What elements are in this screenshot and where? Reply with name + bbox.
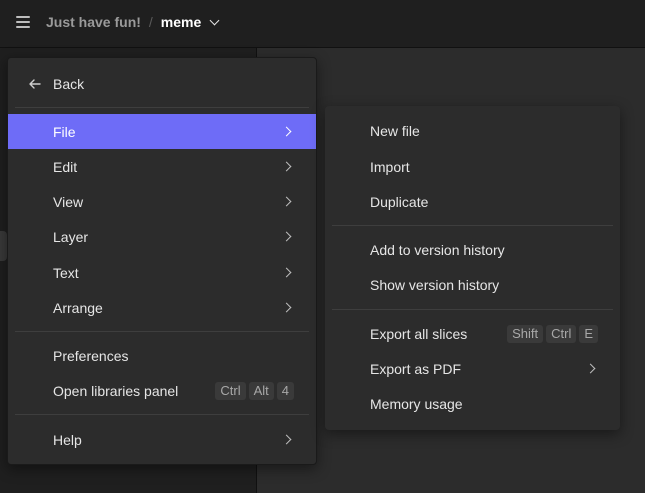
chevron-right-icon (281, 126, 292, 137)
app-window: Just have fun! / meme Back File Edit Vie… (0, 0, 645, 493)
menu-item-label: Arrange (53, 299, 103, 316)
submenu-item-show-version[interactable]: Show version history (325, 267, 620, 302)
menu-divider (15, 414, 309, 415)
menu-item-file[interactable]: File (8, 114, 316, 149)
menu-item-arrange[interactable]: Arrange (8, 290, 316, 325)
back-menu-item[interactable]: Back (8, 66, 316, 101)
chevron-right-icon (281, 196, 292, 207)
shortcut-key: Shift (507, 324, 544, 343)
keyboard-shortcut: Ctrl Alt 4 (215, 381, 294, 400)
menu-item-view[interactable]: View (8, 184, 316, 219)
menu-item-label: Preferences (53, 347, 129, 364)
top-bar: Just have fun! / meme (0, 0, 645, 48)
main-menu: Back File Edit View Layer Text Arrange P… (7, 57, 317, 465)
shortcut-key: Ctrl (215, 381, 246, 400)
submenu-divider (332, 225, 613, 226)
menu-item-label: View (53, 193, 84, 210)
hamburger-menu-icon[interactable] (16, 16, 30, 28)
file-submenu: New file Import Duplicate Add to version… (325, 106, 620, 430)
shortcut-key: E (579, 324, 598, 343)
menu-divider (15, 107, 309, 108)
breadcrumb: Just have fun! / meme (46, 14, 220, 30)
menu-divider (15, 331, 309, 332)
chevron-down-icon[interactable] (209, 15, 220, 25)
menu-item-help[interactable]: Help (8, 422, 316, 457)
chevron-right-icon (281, 434, 292, 445)
sidebar-edge-tab (0, 231, 7, 261)
keyboard-shortcut: Shift Ctrl E (507, 324, 598, 343)
submenu-item-label: New file (370, 122, 420, 139)
menu-item-label: File (53, 123, 76, 140)
submenu-item-label: Memory usage (370, 395, 463, 412)
submenu-item-label: Show version history (370, 276, 500, 293)
submenu-item-label: Add to version history (370, 241, 505, 258)
breadcrumb-project[interactable]: Just have fun! (46, 14, 141, 30)
shortcut-key: 4 (276, 381, 294, 400)
menu-item-label: Open libraries panel (53, 382, 179, 399)
submenu-item-label: Export as PDF (370, 360, 462, 377)
menu-item-preferences[interactable]: Preferences (8, 338, 316, 373)
menu-item-label: Help (53, 431, 82, 448)
back-label: Back (53, 75, 85, 92)
menu-item-text[interactable]: Text (8, 255, 316, 290)
submenu-item-add-version[interactable]: Add to version history (325, 232, 620, 267)
chevron-right-icon (281, 267, 292, 278)
menu-item-label: Edit (53, 158, 78, 175)
chevron-right-icon (281, 302, 292, 313)
menu-item-open-libraries[interactable]: Open libraries panel Ctrl Alt 4 (8, 373, 316, 408)
chevron-right-icon (585, 363, 596, 374)
arrow-left-icon (29, 78, 41, 89)
breadcrumb-separator: / (148, 14, 153, 30)
submenu-item-label: Import (370, 158, 410, 175)
menu-item-layer[interactable]: Layer (8, 219, 316, 254)
chevron-right-icon (281, 231, 292, 242)
shortcut-key: Ctrl (546, 324, 577, 343)
menu-item-label: Text (53, 264, 79, 281)
submenu-item-label: Export all slices (370, 325, 468, 342)
submenu-item-label: Duplicate (370, 193, 429, 210)
menu-item-label: Layer (53, 228, 89, 245)
submenu-item-export-pdf[interactable]: Export as PDF (325, 351, 620, 386)
submenu-item-new-file[interactable]: New file (325, 113, 620, 148)
menu-item-edit[interactable]: Edit (8, 149, 316, 184)
submenu-divider (332, 309, 613, 310)
breadcrumb-file[interactable]: meme (161, 14, 201, 30)
submenu-item-export-slices[interactable]: Export all slices Shift Ctrl E (325, 316, 620, 351)
chevron-right-icon (281, 161, 292, 172)
submenu-item-memory-usage[interactable]: Memory usage (325, 386, 620, 421)
submenu-item-import[interactable]: Import (325, 149, 620, 184)
shortcut-key: Alt (248, 381, 274, 400)
submenu-item-duplicate[interactable]: Duplicate (325, 184, 620, 219)
